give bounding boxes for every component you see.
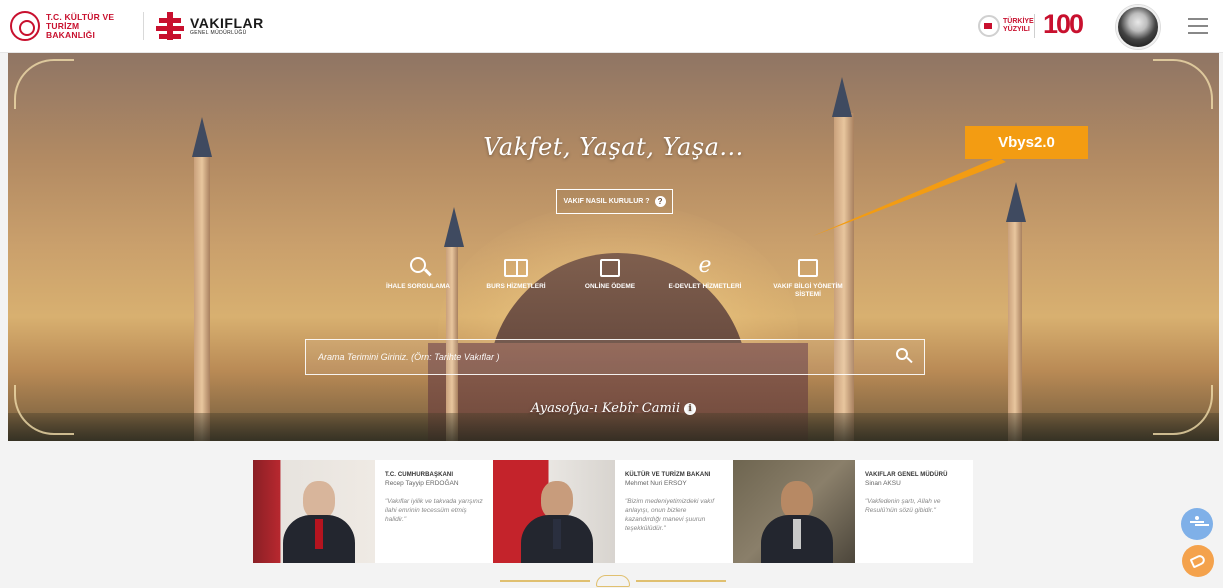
search-submit-icon[interactable] <box>896 348 914 366</box>
how-button-label: VAKIF NASIL KURULUR ? <box>563 198 650 205</box>
leader-info: VAKIFLAR GENEL MÜDÜRÜ Sinan AKSU "Vakfed… <box>855 460 973 563</box>
how-to-found-foundation-button[interactable]: VAKIF NASIL KURULUR ? ? <box>556 189 673 214</box>
service-icon-wrap <box>565 249 655 277</box>
book-icon <box>504 259 528 277</box>
turkiye-line1: TÜRKİYE <box>1003 18 1034 25</box>
hero-banner: Vakfet, Yaşat, Yaşa... VAKIF NASIL KURUL… <box>8 53 1219 441</box>
site-search-bar <box>305 339 925 375</box>
leader-name: Mehmet Nuri ERSOY <box>625 480 687 487</box>
payment-card-icon <box>600 259 620 277</box>
ministry-logo-text: T.C. KÜLTÜR VE TURİZM BAKANLIĞI <box>46 11 115 40</box>
hero-minaret <box>192 117 212 441</box>
page: T.C. KÜLTÜR VE TURİZM BAKANLIĞI VAKIFLAR… <box>0 0 1223 588</box>
leader-card[interactable]: KÜLTÜR VE TURİZM BAKANI Mehmet Nuri ERSO… <box>493 460 733 563</box>
leader-info: T.C. CUMHURBAŞKANI Recep Tayyip ERDOĞAN … <box>375 460 493 563</box>
id-card-icon <box>798 259 818 277</box>
leader-name: Sinan AKSU <box>865 480 901 487</box>
service-online-odeme[interactable]: ONLİNE ÖDEME <box>565 249 655 291</box>
hundred-years-logo[interactable]: 100 <box>1043 9 1084 40</box>
leader-figure <box>521 481 593 563</box>
service-icon-wrap: e <box>660 249 750 277</box>
vakiflar-logo-text: VAKIFLAR GENEL MÜDÜRLÜĞÜ <box>190 16 264 36</box>
leader-quote: "Bizim medeniyetimizdeki vakıf anlayışı,… <box>625 498 715 532</box>
site-search-input[interactable] <box>318 340 878 374</box>
leader-figure <box>761 481 833 563</box>
leaders-section: T.C. CUMHURBAŞKANI Recep Tayyip ERDOĞAN … <box>253 460 973 563</box>
menu-hamburger-icon[interactable] <box>1188 18 1208 34</box>
service-ihale-sorgulama[interactable]: İHALE SORGULAMA <box>373 249 463 291</box>
corner-ornament-icon <box>1153 59 1213 109</box>
megaphone-icon <box>1189 553 1207 569</box>
turkiye-line2: YÜZYILI <box>1003 26 1030 33</box>
leader-card[interactable]: VAKIFLAR GENEL MÜDÜRÜ Sinan AKSU "Vakfed… <box>733 460 973 563</box>
leader-info: KÜLTÜR VE TURİZM BAKANI Mehmet Nuri ERSO… <box>615 460 733 563</box>
service-burs-hizmetleri[interactable]: BURS HİZMETLERİ <box>471 249 561 291</box>
service-label: ONLİNE ÖDEME <box>584 283 636 290</box>
accessibility-button[interactable] <box>1181 508 1213 540</box>
section-divider-ornament-icon <box>500 574 726 588</box>
vakiflar-main: VAKIFLAR <box>190 15 264 31</box>
vakiflar-sub: GENEL MÜDÜRLÜĞÜ <box>190 30 247 36</box>
ministry-logo-link[interactable]: T.C. KÜLTÜR VE TURİZM BAKANLIĞI <box>10 10 124 42</box>
turkiye-yuzyili-text: TÜRKİYE YÜZYILI <box>1003 18 1034 34</box>
header-divider-2 <box>1034 14 1035 38</box>
accessibility-icon <box>1190 516 1204 532</box>
service-icon-wrap <box>763 249 853 277</box>
leader-role: VAKIFLAR GENEL MÜDÜRÜ <box>865 472 948 478</box>
vakiflar-mark-icon <box>155 10 185 42</box>
turkiye-yuzyili-badge[interactable]: TÜRKİYE YÜZYILI <box>978 13 1034 39</box>
announcement-button[interactable] <box>1182 545 1214 577</box>
hero-caption: Ayasofya-ı Kebîr Camii i <box>8 401 1219 416</box>
search-icon <box>410 257 426 273</box>
vakiflar-logo-link[interactable]: VAKIFLAR GENEL MÜDÜRLÜĞÜ <box>155 9 264 43</box>
leader-photo <box>493 460 615 563</box>
service-label: İHALE SORGULAMA <box>386 283 450 290</box>
leader-card[interactable]: T.C. CUMHURBAŞKANI Recep Tayyip ERDOĞAN … <box>253 460 493 563</box>
service-links: İHALE SORGULAMA BURS HİZMETLERİ ONLİNE Ö… <box>358 249 878 319</box>
service-vakif-bilgi-yonetim-sistemi[interactable]: VAKIF BİLGİ YÖNETİM SİSTEMİ <box>763 249 853 299</box>
info-icon[interactable]: i <box>684 403 697 415</box>
service-label: E-DEVLET HİZMETLERİ <box>668 283 742 290</box>
e-devlet-icon: e <box>698 253 712 278</box>
service-icon-wrap <box>373 249 463 277</box>
ataturk-portrait[interactable] <box>1116 5 1160 49</box>
service-icon-wrap <box>471 249 561 277</box>
turkiye-flag-icon <box>978 15 1000 37</box>
leader-quote: "Vakfedenin şartı, Allah ve Resulü'nün s… <box>865 498 941 514</box>
leader-quote: "Vakıflar iyilik ve takvada yarışınız il… <box>385 498 483 523</box>
hero-caption-text: Ayasofya-ı Kebîr Camii <box>530 401 681 416</box>
leader-photo <box>733 460 855 563</box>
site-header: T.C. KÜLTÜR VE TURİZM BAKANLIĞI VAKIFLAR… <box>0 0 1223 53</box>
service-label: BURS HİZMETLERİ <box>486 283 546 290</box>
leader-role: T.C. CUMHURBAŞKANI <box>385 472 454 478</box>
service-e-devlet[interactable]: e E-DEVLET HİZMETLERİ <box>660 249 750 291</box>
leader-name: Recep Tayyip ERDOĞAN <box>385 480 459 487</box>
corner-ornament-icon <box>14 59 74 109</box>
hero-ground <box>8 413 1219 441</box>
leader-figure <box>283 481 355 563</box>
leader-role: KÜLTÜR VE TURİZM BAKANI <box>625 472 711 478</box>
annotation-callout: Vbys2.0 <box>965 126 1088 159</box>
question-icon: ? <box>654 196 666 207</box>
service-label: VAKIF BİLGİ YÖNETİM SİSTEMİ <box>773 283 843 298</box>
leader-photo <box>253 460 375 563</box>
ministry-emblem-icon <box>10 11 40 41</box>
header-divider <box>143 12 144 40</box>
